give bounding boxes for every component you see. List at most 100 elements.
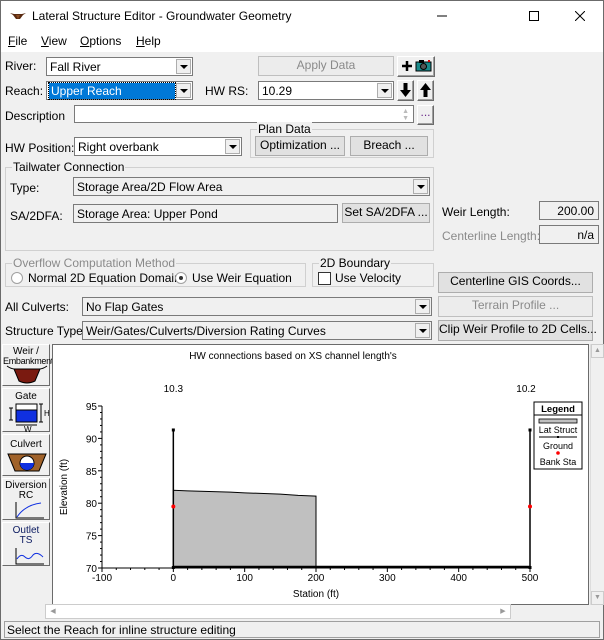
window-title: Lateral Structure Editor - Groundwater G… [32,9,292,23]
centerline-gis-button[interactable]: Centerline GIS Coords... [438,272,593,293]
clip-weir-button[interactable]: Clip Weir Profile to 2D Cells... [438,320,597,341]
culvert-tool[interactable]: Culvert [2,434,50,476]
bank-station-point [171,504,176,509]
menu-help[interactable]: Help [136,34,161,48]
sa-2dfa-label: SA/2DFA: [10,209,63,223]
sa-2dfa-field: Storage Area: Upper Pond [73,204,338,223]
xs-station-label: 10.3 [164,384,184,395]
next-up-button[interactable] [417,80,434,101]
vertical-scrollbar[interactable]: ▲ ▼ [590,344,604,605]
normal-2d-label: Normal 2D Equation Domain [28,271,181,285]
scroll-down-icon[interactable]: ▼ [591,591,604,605]
x-tick-label: 500 [522,573,539,584]
chevron-down-icon[interactable] [413,179,428,194]
weir-embankment-icon [6,365,48,384]
structure-type-select[interactable]: Weir/Gates/Culverts/Diversion Rating Cur… [82,321,432,340]
scroll-right-icon[interactable]: ▶ [496,605,510,618]
set-sa-2dfa-button[interactable]: Set SA/2DFA ... [342,203,430,223]
all-culverts-select[interactable]: No Flap Gates [82,297,432,316]
apply-data-button[interactable]: Apply Data [258,56,394,76]
svg-text:W: W [24,425,32,432]
add-camera-button[interactable] [397,56,435,77]
use-velocity-checkbox[interactable] [318,272,331,285]
app-icon [10,13,26,19]
title-bar: Lateral Structure Editor - Groundwater G… [1,1,603,31]
scroll-left-icon[interactable]: ◀ [46,605,60,618]
chevron-down-icon[interactable] [415,323,430,338]
use-velocity-label: Use Velocity [335,271,402,285]
profile-chart: HW connections based on XS channel lengt… [59,351,583,600]
y-tick-label: 90 [86,434,98,445]
menu-file[interactable]: File [8,34,27,48]
arrow-up-icon [420,83,431,97]
structure-type-label: Structure Type: [5,324,87,338]
menu-view[interactable]: View [41,34,67,48]
breach-button[interactable]: Breach ... [350,136,428,156]
river-select[interactable]: Fall River [46,57,193,76]
centerline-length-field: n/a [539,225,599,244]
hw-position-select[interactable]: Right overbank [74,137,242,156]
x-tick-label: 400 [450,573,467,584]
outlet-ts-tool[interactable]: Outlet TS [2,522,50,566]
chevron-down-icon[interactable] [176,83,191,98]
culvert-tool-label: Culvert [10,439,42,450]
scroll-up-icon[interactable]: ▲ [591,344,604,358]
status-text: Select the Reach for inline structure ed… [7,623,236,637]
river-value: Fall River [50,60,101,74]
x-axis-label: Station (ft) [293,589,339,600]
weir-length-label: Weir Length: [442,205,510,219]
y-tick-label: 95 [86,402,98,413]
plan-data-title: Plan Data [257,122,312,136]
horizontal-scrollbar[interactable]: ◀ ▶ [45,604,511,619]
structure-type-value: Weir/Gates/Culverts/Diversion Rating Cur… [86,324,326,338]
hw-rs-select[interactable]: 10.29 [258,81,394,100]
next-down-button[interactable] [397,80,414,101]
x-tick-label: 300 [379,573,396,584]
status-bar: Select the Reach for inline structure ed… [4,621,600,638]
optimization-button[interactable]: Optimization ... [255,136,345,156]
all-culverts-value: No Flap Gates [86,300,164,314]
xs-station-label: 10.2 [516,384,536,395]
use-weir-label: Use Weir Equation [192,271,292,285]
diversion-tool-label2: RC [18,490,34,501]
bank-station-point [528,504,532,509]
add-icon [402,60,432,72]
chevron-down-icon[interactable] [225,139,240,154]
centerline-length-value: n/a [577,228,594,242]
chevron-down-icon[interactable] [176,59,191,74]
y-axis-label: Elevation (ft) [59,459,70,515]
tailwater-type-select[interactable]: Storage Area/2D Flow Area [73,177,430,196]
chevron-down-icon[interactable] [415,299,430,314]
weir-embankment-tool[interactable]: Weir / Embankment [2,344,53,386]
tailwater-type-label: Type: [10,181,40,195]
diversion-rc-tool[interactable]: Diversion RC [2,478,50,520]
legend-lat-struct-swatch [538,418,578,424]
plot-panel: HW connections based on XS channel lengt… [52,344,589,605]
legend-bank-sta-swatch [556,451,560,455]
menu-options[interactable]: Options [80,34,121,48]
close-button[interactable] [557,1,603,31]
terrain-profile-button[interactable]: Terrain Profile ... [438,296,593,317]
boundary-2d-title: 2D Boundary [319,256,392,270]
outlet-ts-icon [15,548,44,565]
outlet-tool-label2: TS [19,535,33,546]
gate-tool[interactable]: Gate H W [2,388,50,432]
legend-entry-ground: Ground [543,441,573,451]
sa-2dfa-value: Storage Area: Upper Pond [77,207,218,221]
hw-position-label: HW Position: [5,141,75,155]
description-input[interactable]: ▲ ▼ [74,105,414,123]
maximize-button[interactable] [511,1,557,31]
lateral-structure-editor-window: Lateral Structure Editor - Groundwater G… [0,0,604,640]
reach-select[interactable]: Upper Reach [46,81,193,100]
chevron-down-icon[interactable] [377,83,392,98]
normal-2d-radio[interactable] [11,272,23,284]
x-tick-label: 100 [236,573,253,584]
legend-entry-bank-sta: Bank Sta [540,457,577,467]
use-weir-radio[interactable] [175,272,187,284]
reach-label: Reach: [5,84,44,98]
y-tick-label: 75 [86,532,98,543]
ground-point [171,428,175,432]
description-ellipsis-button[interactable]: ... [417,105,434,125]
minimize-button[interactable] [419,1,465,31]
weir-length-value: 200.00 [557,204,594,218]
